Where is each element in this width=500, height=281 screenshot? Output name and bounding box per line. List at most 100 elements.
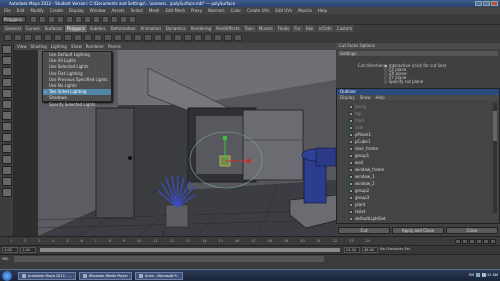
menu-edit-mesh[interactable]: Edit Mesh (165, 7, 185, 14)
scale-tool-icon[interactable] (2, 100, 12, 109)
play-forward-icon[interactable] (476, 239, 482, 244)
poly-torus-icon[interactable] (54, 34, 62, 41)
lasso-tool-icon[interactable] (2, 56, 12, 65)
shelf-tab-rendering[interactable]: Rendering (188, 25, 214, 32)
shelf-tab-dynamics[interactable]: Dynamics (163, 25, 188, 32)
outliner-item[interactable]: plant (349, 201, 489, 208)
single-view-layout-icon[interactable] (2, 133, 12, 142)
snap-point-icon[interactable] (102, 16, 109, 23)
smooth-icon[interactable] (114, 34, 122, 41)
poly-pyramid-icon[interactable] (74, 34, 82, 41)
end-time-field[interactable]: 48.00 (362, 247, 378, 253)
taskbar-task[interactable]: Anim - Microsoft P... (134, 272, 184, 280)
menu-file[interactable]: File (4, 7, 11, 14)
mel-label[interactable]: MEL (2, 257, 9, 261)
shelf-tab-hair[interactable]: Hair (303, 25, 316, 32)
character-set-dropdown[interactable]: No Character Set (380, 247, 410, 251)
panel-menu-show[interactable]: Show (71, 43, 82, 50)
poly-sphere-icon[interactable] (4, 34, 12, 41)
poly-cube-icon[interactable] (14, 34, 22, 41)
outliner-item[interactable]: top (349, 110, 489, 117)
rotate-tool-icon[interactable] (2, 89, 12, 98)
difference-icon[interactable] (134, 34, 142, 41)
offset-edge-loop-icon[interactable] (194, 34, 202, 41)
poly-cylinder-icon[interactable] (24, 34, 32, 41)
shelf-tab-subdivs[interactable]: Subdivs (87, 25, 108, 32)
step-back-icon[interactable] (462, 239, 468, 244)
menu-assets[interactable]: Assets (112, 7, 125, 14)
close-button[interactable]: Close (446, 227, 498, 234)
merge-icon[interactable] (204, 34, 212, 41)
render-settings-icon[interactable] (129, 16, 136, 23)
minimize-button[interactable] (475, 1, 482, 6)
extrude-icon[interactable] (144, 34, 152, 41)
extract-icon[interactable] (104, 34, 112, 41)
planar-map-icon[interactable] (224, 34, 232, 41)
apply-and-close-button[interactable]: Apply and Close (392, 227, 444, 234)
menu-color[interactable]: Color (231, 7, 241, 14)
outliner-item[interactable]: group3 (349, 194, 489, 201)
four-view-layout-icon[interactable] (2, 144, 12, 153)
outliner-menu-display[interactable]: Display (340, 95, 355, 100)
shelf-tab-general[interactable]: General (3, 25, 23, 32)
cut-direction-option[interactable]: ○ Specify cut plane (384, 79, 423, 84)
union-icon[interactable] (124, 34, 132, 41)
shelf-tab-toon[interactable]: Toon (242, 25, 256, 32)
combine-icon[interactable] (84, 34, 92, 41)
menu-create[interactable]: Create (50, 7, 63, 14)
snap-grid-icon[interactable] (84, 16, 91, 23)
menu-window[interactable]: Window (90, 7, 106, 14)
persp-graph-layout-icon[interactable] (2, 166, 12, 175)
append-polygon-icon[interactable] (164, 34, 172, 41)
menu-normals[interactable]: Normals (208, 7, 225, 14)
outliner-menu-help[interactable]: Help (376, 95, 385, 100)
menu-create-uvs[interactable]: Create UVs (247, 7, 269, 14)
shelf-tab-surfaces[interactable]: Surfaces (42, 25, 64, 32)
start-time-field[interactable]: 1.00 (2, 247, 18, 253)
outliner-item[interactable]: group1 (349, 152, 489, 159)
outliner-layout-icon[interactable] (2, 188, 12, 197)
menu-edit[interactable]: Edit (17, 7, 25, 14)
select-object-icon[interactable] (66, 16, 73, 23)
menu-select[interactable]: Select (131, 7, 143, 14)
shelf-tab-fur[interactable]: Fur (292, 25, 303, 32)
menu-proxy[interactable]: Proxy (191, 7, 202, 14)
outliner-item[interactable]: window_frame (349, 166, 489, 173)
manipulator-tool-icon[interactable] (2, 111, 12, 120)
ipr-render-icon[interactable] (120, 16, 127, 23)
outliner-item[interactable]: window_2 (349, 180, 489, 187)
outliner-item[interactable]: side (349, 124, 489, 131)
select-hierarchy-icon[interactable] (57, 16, 64, 23)
go-to-start-icon[interactable] (455, 239, 461, 244)
bridge-icon[interactable] (154, 34, 162, 41)
lighting-menu-item[interactable]: Specify Selected Lights (43, 102, 111, 108)
outliner-item[interactable]: front (349, 117, 489, 124)
outliner-item[interactable]: pCube1 (349, 138, 489, 145)
outliner-scrollbar[interactable] (493, 103, 497, 213)
shelf-tab-deformation[interactable]: Deformation (108, 25, 138, 32)
tray-lang[interactable]: EN (469, 273, 474, 277)
insert-edge-loop-icon[interactable] (184, 34, 192, 41)
settings-section-header[interactable]: Settings (338, 51, 498, 56)
network-icon[interactable] (476, 273, 480, 277)
outliner-item[interactable]: persp (349, 103, 489, 110)
move-tool-icon[interactable] (2, 78, 12, 87)
outliner-item[interactable]: wall (349, 159, 489, 166)
outliner-menu-show[interactable]: Show (360, 95, 371, 100)
shelf-tab-muscle[interactable]: Muscle (256, 25, 275, 32)
go-to-end-icon[interactable] (490, 239, 496, 244)
outliner-item[interactable]: toilet (349, 208, 489, 215)
persp-outliner-layout-icon[interactable] (2, 155, 12, 164)
shelf-tab-custom[interactable]: Custom (334, 25, 355, 32)
close-button[interactable] (491, 1, 498, 6)
poly-prism-icon[interactable] (64, 34, 72, 41)
paint-select-tool-icon[interactable] (2, 67, 12, 76)
separate-icon[interactable] (94, 34, 102, 41)
hypershade-layout-icon[interactable] (2, 177, 12, 186)
playback-start-field[interactable]: 1.00 (20, 247, 36, 253)
shelf-tab-curves[interactable]: Curves (23, 25, 42, 32)
last-tool-icon[interactable] (2, 122, 12, 131)
shelf-tab-animation[interactable]: Animation (138, 25, 163, 32)
shelf-tab-polygons[interactable]: Polygons (64, 25, 87, 32)
panel-menu-renderer[interactable]: Renderer (86, 43, 104, 50)
